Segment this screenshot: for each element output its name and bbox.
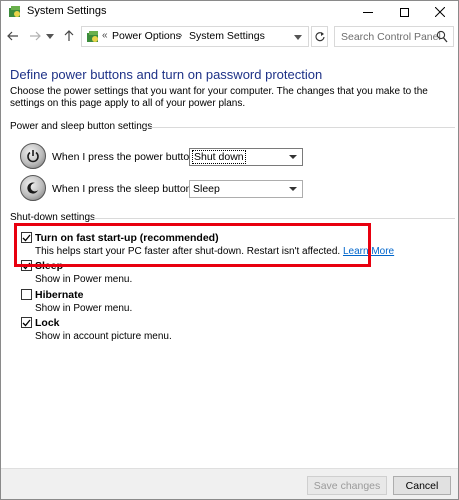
maximize-button[interactable]	[386, 1, 422, 23]
sleep-option-description: Show in Power menu.	[35, 274, 133, 285]
breadcrumb-power-options[interactable]: Power Options	[112, 30, 181, 42]
highlight-box	[14, 223, 371, 267]
lock-option-title[interactable]: Lock	[35, 317, 60, 329]
page-title: Define power buttons and turn on passwor…	[10, 67, 323, 82]
up-button[interactable]	[61, 28, 77, 44]
minimize-button[interactable]	[350, 1, 386, 23]
address-dropdown-icon[interactable]	[294, 35, 302, 40]
footer-bar: Save changes Cancel	[1, 468, 458, 499]
close-button[interactable]	[422, 1, 458, 23]
back-arrow-icon	[7, 31, 18, 41]
forward-arrow-icon	[30, 31, 41, 41]
title-bar: System Settings	[1, 1, 458, 23]
up-arrow-icon	[64, 30, 74, 41]
chevron-down-icon	[289, 187, 297, 191]
maximize-icon	[399, 7, 409, 17]
sleep-button-value: Sleep	[193, 183, 220, 195]
recent-locations-icon	[46, 33, 54, 39]
breadcrumb-overflow[interactable]: «	[102, 30, 108, 41]
back-button[interactable]	[5, 28, 21, 44]
window-title: System Settings	[27, 5, 107, 17]
search-icon	[436, 30, 448, 43]
app-icon	[9, 6, 20, 17]
recent-locations-button[interactable]	[45, 28, 55, 44]
control-panel-icon	[87, 31, 98, 42]
sleep-button-select[interactable]: Sleep	[189, 180, 303, 198]
window: System Settings « Power Options › System…	[0, 0, 459, 500]
section-divider	[93, 218, 455, 219]
power-button-icon	[20, 143, 46, 169]
power-button-value: Shut down	[192, 150, 246, 164]
section-divider	[145, 127, 455, 128]
minimize-icon	[363, 11, 373, 13]
lock-checkbox[interactable]	[21, 317, 32, 328]
hibernate-checkbox[interactable]	[21, 289, 32, 300]
hibernate-option-description: Show in Power menu.	[35, 303, 133, 314]
hibernate-option-title[interactable]: Hibernate	[35, 289, 83, 301]
breadcrumb-system-settings[interactable]: System Settings	[189, 30, 265, 42]
refresh-button[interactable]	[311, 26, 328, 47]
search-box[interactable]: Search Control Panel	[334, 26, 454, 47]
breadcrumb-separator[interactable]: ›	[179, 30, 182, 41]
chevron-down-icon	[289, 155, 297, 159]
forward-button[interactable]	[27, 28, 43, 44]
search-placeholder: Search Control Panel	[341, 31, 441, 43]
lock-option-description: Show in account picture menu.	[35, 331, 172, 342]
cancel-button[interactable]: Cancel	[393, 476, 451, 495]
power-button-label: When I press the power button:	[52, 151, 198, 163]
checkmark-icon	[22, 319, 31, 326]
address-bar[interactable]: « Power Options › System Settings	[81, 26, 309, 47]
navigation-bar: « Power Options › System Settings Search…	[1, 24, 458, 50]
refresh-icon	[314, 32, 325, 42]
section-title-power-sleep: Power and sleep button settings	[10, 121, 153, 132]
sleep-button-label: When I press the sleep button:	[52, 183, 195, 195]
power-button-select[interactable]: Shut down	[189, 148, 303, 166]
sleep-button-icon	[20, 175, 46, 201]
close-icon	[435, 7, 445, 17]
page-description: Choose the power settings that you want …	[10, 86, 428, 109]
section-title-shutdown: Shut-down settings	[10, 212, 96, 223]
save-changes-button[interactable]: Save changes	[307, 476, 387, 495]
